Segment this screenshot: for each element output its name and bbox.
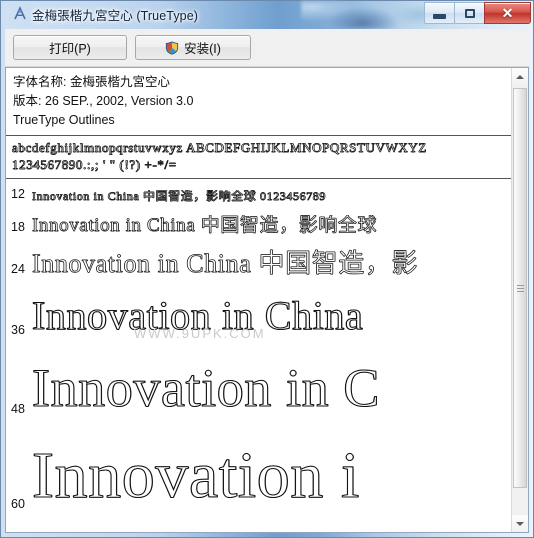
font-outlines-line: TrueType Outlines <box>13 113 115 127</box>
sample-size-label: 36 <box>11 322 25 337</box>
minimize-icon <box>433 13 446 19</box>
font-version-line: 版本: 26 SEP., 2002, Version 3.0 <box>13 94 194 108</box>
sample-size-label: 24 <box>11 261 25 276</box>
alphabet-block: abcdefghijklmnopqrstuvwxyz ABCDEFGHIJKLM… <box>6 136 528 176</box>
alphabet-letters: abcdefghijklmnopqrstuvwxyz ABCDEFGHIJKLM… <box>12 140 427 156</box>
sample-row: 12 Innovation in China 中国智造，影响全球 01234567… <box>6 179 528 203</box>
sample-text: Innovation in China 中国智造，影响全球 0123456789 <box>32 189 326 203</box>
sample-text: Innovation in China 中国智造，影响全球 <box>32 214 378 236</box>
sample-text: Innovation in C <box>32 357 380 418</box>
grip-icon <box>516 283 524 294</box>
window-controls: ✕ <box>424 2 531 24</box>
chevron-up-icon <box>516 74 524 79</box>
sample-size-label: 60 <box>11 496 25 511</box>
chevron-down-icon <box>516 521 524 526</box>
font-file-icon <box>12 6 28 22</box>
scroll-down-button[interactable] <box>512 515 528 532</box>
sample-size-label: 12 <box>11 186 25 201</box>
window-frame: 金梅張楷九宮空心 (TrueType) ✕ 打印(P) 安装(I) WWW.9U… <box>0 0 534 538</box>
sample-text: Innovation i <box>32 439 360 513</box>
sample-row: 36 Innovation in China <box>6 278 528 339</box>
close-icon: ✕ <box>501 5 514 21</box>
sample-row: 60 Innovation i <box>6 418 528 513</box>
sample-size-label: 18 <box>11 219 25 234</box>
sample-row: Innovation <box>6 513 528 532</box>
font-preview-pane[interactable]: WWW.9UPK.COM 字体名称: 金梅張楷九宮空心 版本: 26 SEP.,… <box>5 67 529 533</box>
maximize-icon <box>464 8 475 18</box>
sample-row: 48 Innovation in C <box>6 339 528 418</box>
font-info-block: 字体名称: 金梅張楷九宮空心 版本: 26 SEP., 2002, Versio… <box>6 68 528 133</box>
title-bar[interactable]: 金梅張楷九宮空心 (TrueType) ✕ <box>1 1 534 29</box>
minimize-button[interactable] <box>424 2 455 24</box>
toolbar: 打印(P) 安装(I) <box>5 29 529 67</box>
vertical-scrollbar[interactable] <box>511 68 528 532</box>
scroll-up-button[interactable] <box>512 68 528 85</box>
font-name-line: 字体名称: 金梅張楷九宮空心 <box>13 75 170 89</box>
maximize-button[interactable] <box>454 2 485 24</box>
sample-row: 18 Innovation in China 中国智造，影响全球 <box>6 203 528 236</box>
font-viewer-window: 金梅張楷九宮空心 (TrueType) ✕ 打印(P) 安装(I) WWW.9U… <box>0 0 534 538</box>
close-button[interactable]: ✕ <box>484 2 531 24</box>
install-button-label: 安装(I) <box>184 42 221 56</box>
uac-shield-icon <box>165 40 179 55</box>
scrollbar-thumb[interactable] <box>513 88 527 488</box>
print-button[interactable]: 打印(P) <box>13 35 127 60</box>
sample-row: 24 Innovation in China 中国智造，影 <box>6 236 528 278</box>
sample-size-list: 12 Innovation in China 中国智造，影响全球 01234567… <box>6 179 528 532</box>
sample-text: Innovation in China 中国智造，影 <box>32 248 419 278</box>
sample-size-label: 48 <box>11 401 25 416</box>
install-button[interactable]: 安装(I) <box>135 35 251 60</box>
alphabet-digits: 1234567890.:,; ' " (!?) +-*/= <box>12 157 177 173</box>
window-title: 金梅張楷九宮空心 (TrueType) <box>32 9 199 23</box>
print-button-label: 打印(P) <box>49 42 91 56</box>
sample-text: Innovation in China <box>32 294 364 339</box>
